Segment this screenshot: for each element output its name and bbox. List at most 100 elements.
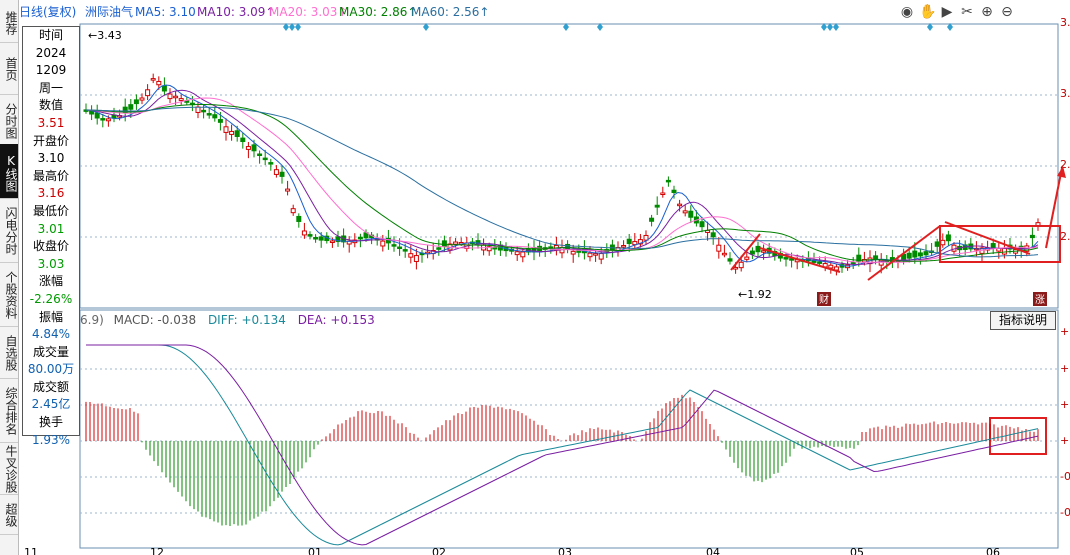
candle-body	[413, 255, 419, 262]
candle-body	[245, 146, 251, 150]
candle-body	[150, 78, 156, 81]
candle-body	[738, 261, 744, 269]
price-axis-tick: 3.	[1060, 87, 1070, 100]
candle-body	[229, 130, 235, 135]
candle-body	[660, 192, 666, 195]
info-row-14: 涨幅	[38, 274, 63, 289]
low-price-label: ←1.92	[738, 288, 772, 301]
macd-indicator-bar: 6.9) MACD: -0.038 DIFF: +0.134 DEA: +0.1…	[80, 311, 375, 329]
finance-badge-label: 财	[819, 293, 829, 306]
indicator-explain-button[interactable]: 指标说明	[990, 311, 1056, 330]
candle-body	[828, 264, 834, 269]
high-price-label: ←3.43	[88, 29, 122, 42]
candle-body	[206, 113, 212, 116]
candle-body	[587, 252, 593, 258]
candle-body	[223, 126, 229, 133]
candle-body	[105, 118, 111, 122]
candle-body	[1029, 234, 1035, 239]
candle-body	[234, 130, 240, 137]
candle-body	[917, 252, 923, 257]
candle-body	[161, 85, 167, 92]
candle-body	[811, 260, 817, 263]
candle-body	[598, 253, 604, 260]
rise-badge-label: 涨	[1035, 294, 1045, 306]
info-row-21: 2.45亿	[31, 397, 71, 412]
candle-body	[716, 244, 722, 252]
candle-body	[699, 221, 705, 228]
macd-axis-tick: +0	[1060, 325, 1070, 338]
info-row-15: -2.26%	[29, 291, 73, 306]
annotation-arrow-down-1	[759, 247, 841, 273]
info-row-18: 成交量	[32, 344, 69, 359]
month-axis-label: 06	[986, 546, 1000, 555]
info-row-6: 开盘价	[32, 133, 69, 148]
macd-axis-tick: +0	[1060, 362, 1070, 375]
candle-body	[923, 251, 929, 256]
candle-body	[873, 255, 879, 260]
candle-body	[156, 80, 162, 86]
month-axis-label: 03	[558, 546, 572, 555]
candle-body	[262, 157, 268, 161]
dea-line	[86, 344, 1039, 546]
candle-body	[570, 250, 576, 255]
macd-axis-tick: +0	[1060, 434, 1070, 447]
macd-axis-tick: +0	[1060, 398, 1070, 411]
candle-body	[520, 251, 526, 258]
info-row-17: 4.84%	[31, 327, 71, 342]
macd-axis-tick: -0	[1060, 506, 1070, 519]
ma30-line	[85, 104, 1039, 262]
dea-value: DEA: +0.153	[297, 313, 375, 327]
macd-panel-frame	[79, 309, 1059, 549]
candle-body	[682, 210, 688, 214]
candle-body	[665, 179, 671, 183]
candle-body	[677, 203, 683, 207]
candle-body	[139, 97, 145, 101]
candle-body	[128, 104, 134, 110]
diff-value: DIFF: +0.134	[207, 313, 286, 327]
candle-body	[649, 217, 655, 222]
candle-body	[654, 204, 660, 208]
candle-body	[761, 250, 767, 253]
info-row-0: 时间	[38, 28, 63, 42]
info-row-11: 3.01	[37, 221, 65, 236]
macd-axis-tick: -0	[1060, 470, 1070, 483]
kline-chart-area[interactable]: 3.3.2.2.+0+0+0+0-0-01112010203040506←3.4…	[0, 0, 1070, 555]
month-axis-label: 11	[24, 546, 38, 555]
candle-body	[783, 257, 789, 260]
candle-body	[212, 114, 218, 119]
candle-body	[94, 112, 100, 119]
info-row-8: 最高价	[32, 168, 69, 183]
candle-body	[257, 153, 263, 157]
crosshair-info-panel: 时间 2024 1209 周一 数值 3.51 开盘价 3.10 最高价 3.16 最低价 3.01 收…	[22, 26, 80, 447]
candle-body	[173, 95, 179, 99]
macd-value: MACD: -0.038	[113, 313, 197, 327]
candle-body	[436, 247, 442, 250]
info-row-1: 2024	[35, 45, 67, 60]
candle-body	[940, 239, 946, 246]
info-row-3: 周一	[38, 80, 63, 95]
info-row-20: 成交额	[32, 379, 69, 394]
month-axis-label: 05	[850, 546, 864, 555]
ma60-line	[86, 106, 1039, 258]
info-row-9: 3.16	[37, 186, 65, 201]
candle-body	[408, 253, 414, 258]
candle-body	[1001, 247, 1007, 255]
candle-body	[296, 215, 302, 222]
candle-body	[279, 171, 285, 177]
candle-body	[133, 99, 139, 105]
candle-body	[733, 266, 739, 270]
ma5-line	[85, 84, 1039, 267]
candle-body	[441, 240, 447, 247]
candle-body	[290, 208, 296, 214]
candle-body	[357, 236, 363, 240]
month-axis-label: 12	[150, 546, 164, 555]
price-axis-tick: 3.	[1060, 16, 1070, 29]
candle-body	[268, 162, 274, 165]
candle-body	[313, 237, 319, 240]
month-axis-label: 01	[308, 546, 322, 555]
info-row-4: 数值	[38, 98, 63, 113]
candle-body	[318, 236, 324, 241]
candle-body	[710, 232, 716, 238]
info-row-10: 最低价	[32, 203, 69, 218]
candle-body	[688, 210, 694, 218]
